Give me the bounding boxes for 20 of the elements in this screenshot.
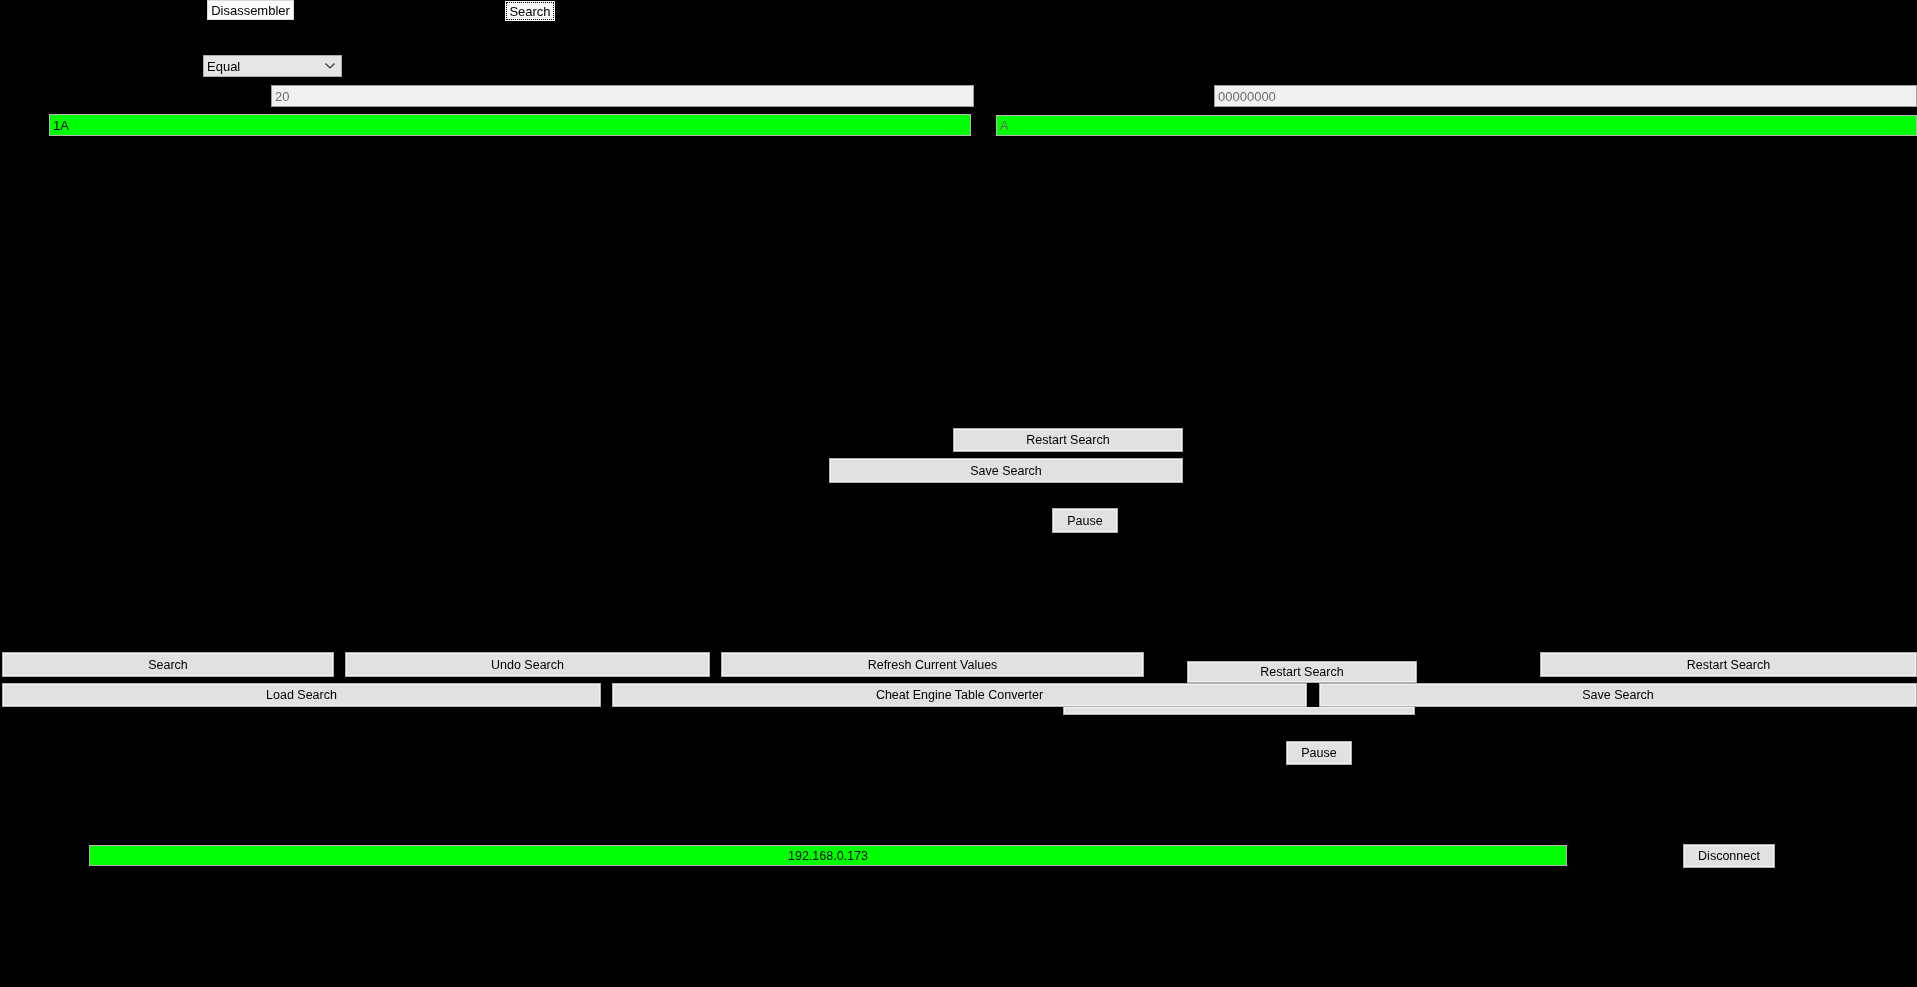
disconnect-button[interactable]: Disconnect (1683, 844, 1775, 868)
search-button[interactable]: Search (2, 652, 334, 677)
save-search-button[interactable]: Save Search (1319, 683, 1917, 707)
load-search-button[interactable]: Load Search (2, 683, 601, 707)
compare-dropdown[interactable]: Equal (203, 55, 342, 77)
restart-search-button[interactable]: Restart Search (1187, 661, 1417, 683)
refresh-values-button[interactable]: Refresh Current Values (721, 652, 1144, 677)
restart-search-button[interactable]: Restart Search (1540, 652, 1917, 677)
search-button[interactable]: Search (504, 0, 556, 22)
pause-button[interactable]: Pause (1286, 741, 1352, 765)
disassembler-button[interactable]: Disassembler (207, 0, 294, 20)
undo-search-button[interactable]: Undo Search (345, 652, 710, 677)
restart-search-button[interactable]: Restart Search (953, 428, 1183, 452)
covered-button[interactable] (1063, 707, 1415, 715)
ip-address-field: 192.168.0.173 (89, 845, 1567, 866)
pause-button[interactable]: Pause (1052, 508, 1118, 533)
result-field[interactable]: 1A (49, 114, 971, 136)
save-search-button[interactable]: Save Search (829, 458, 1183, 483)
chevron-down-icon (325, 63, 335, 69)
table-converter-button[interactable]: Cheat Engine Table Converter (612, 683, 1307, 707)
